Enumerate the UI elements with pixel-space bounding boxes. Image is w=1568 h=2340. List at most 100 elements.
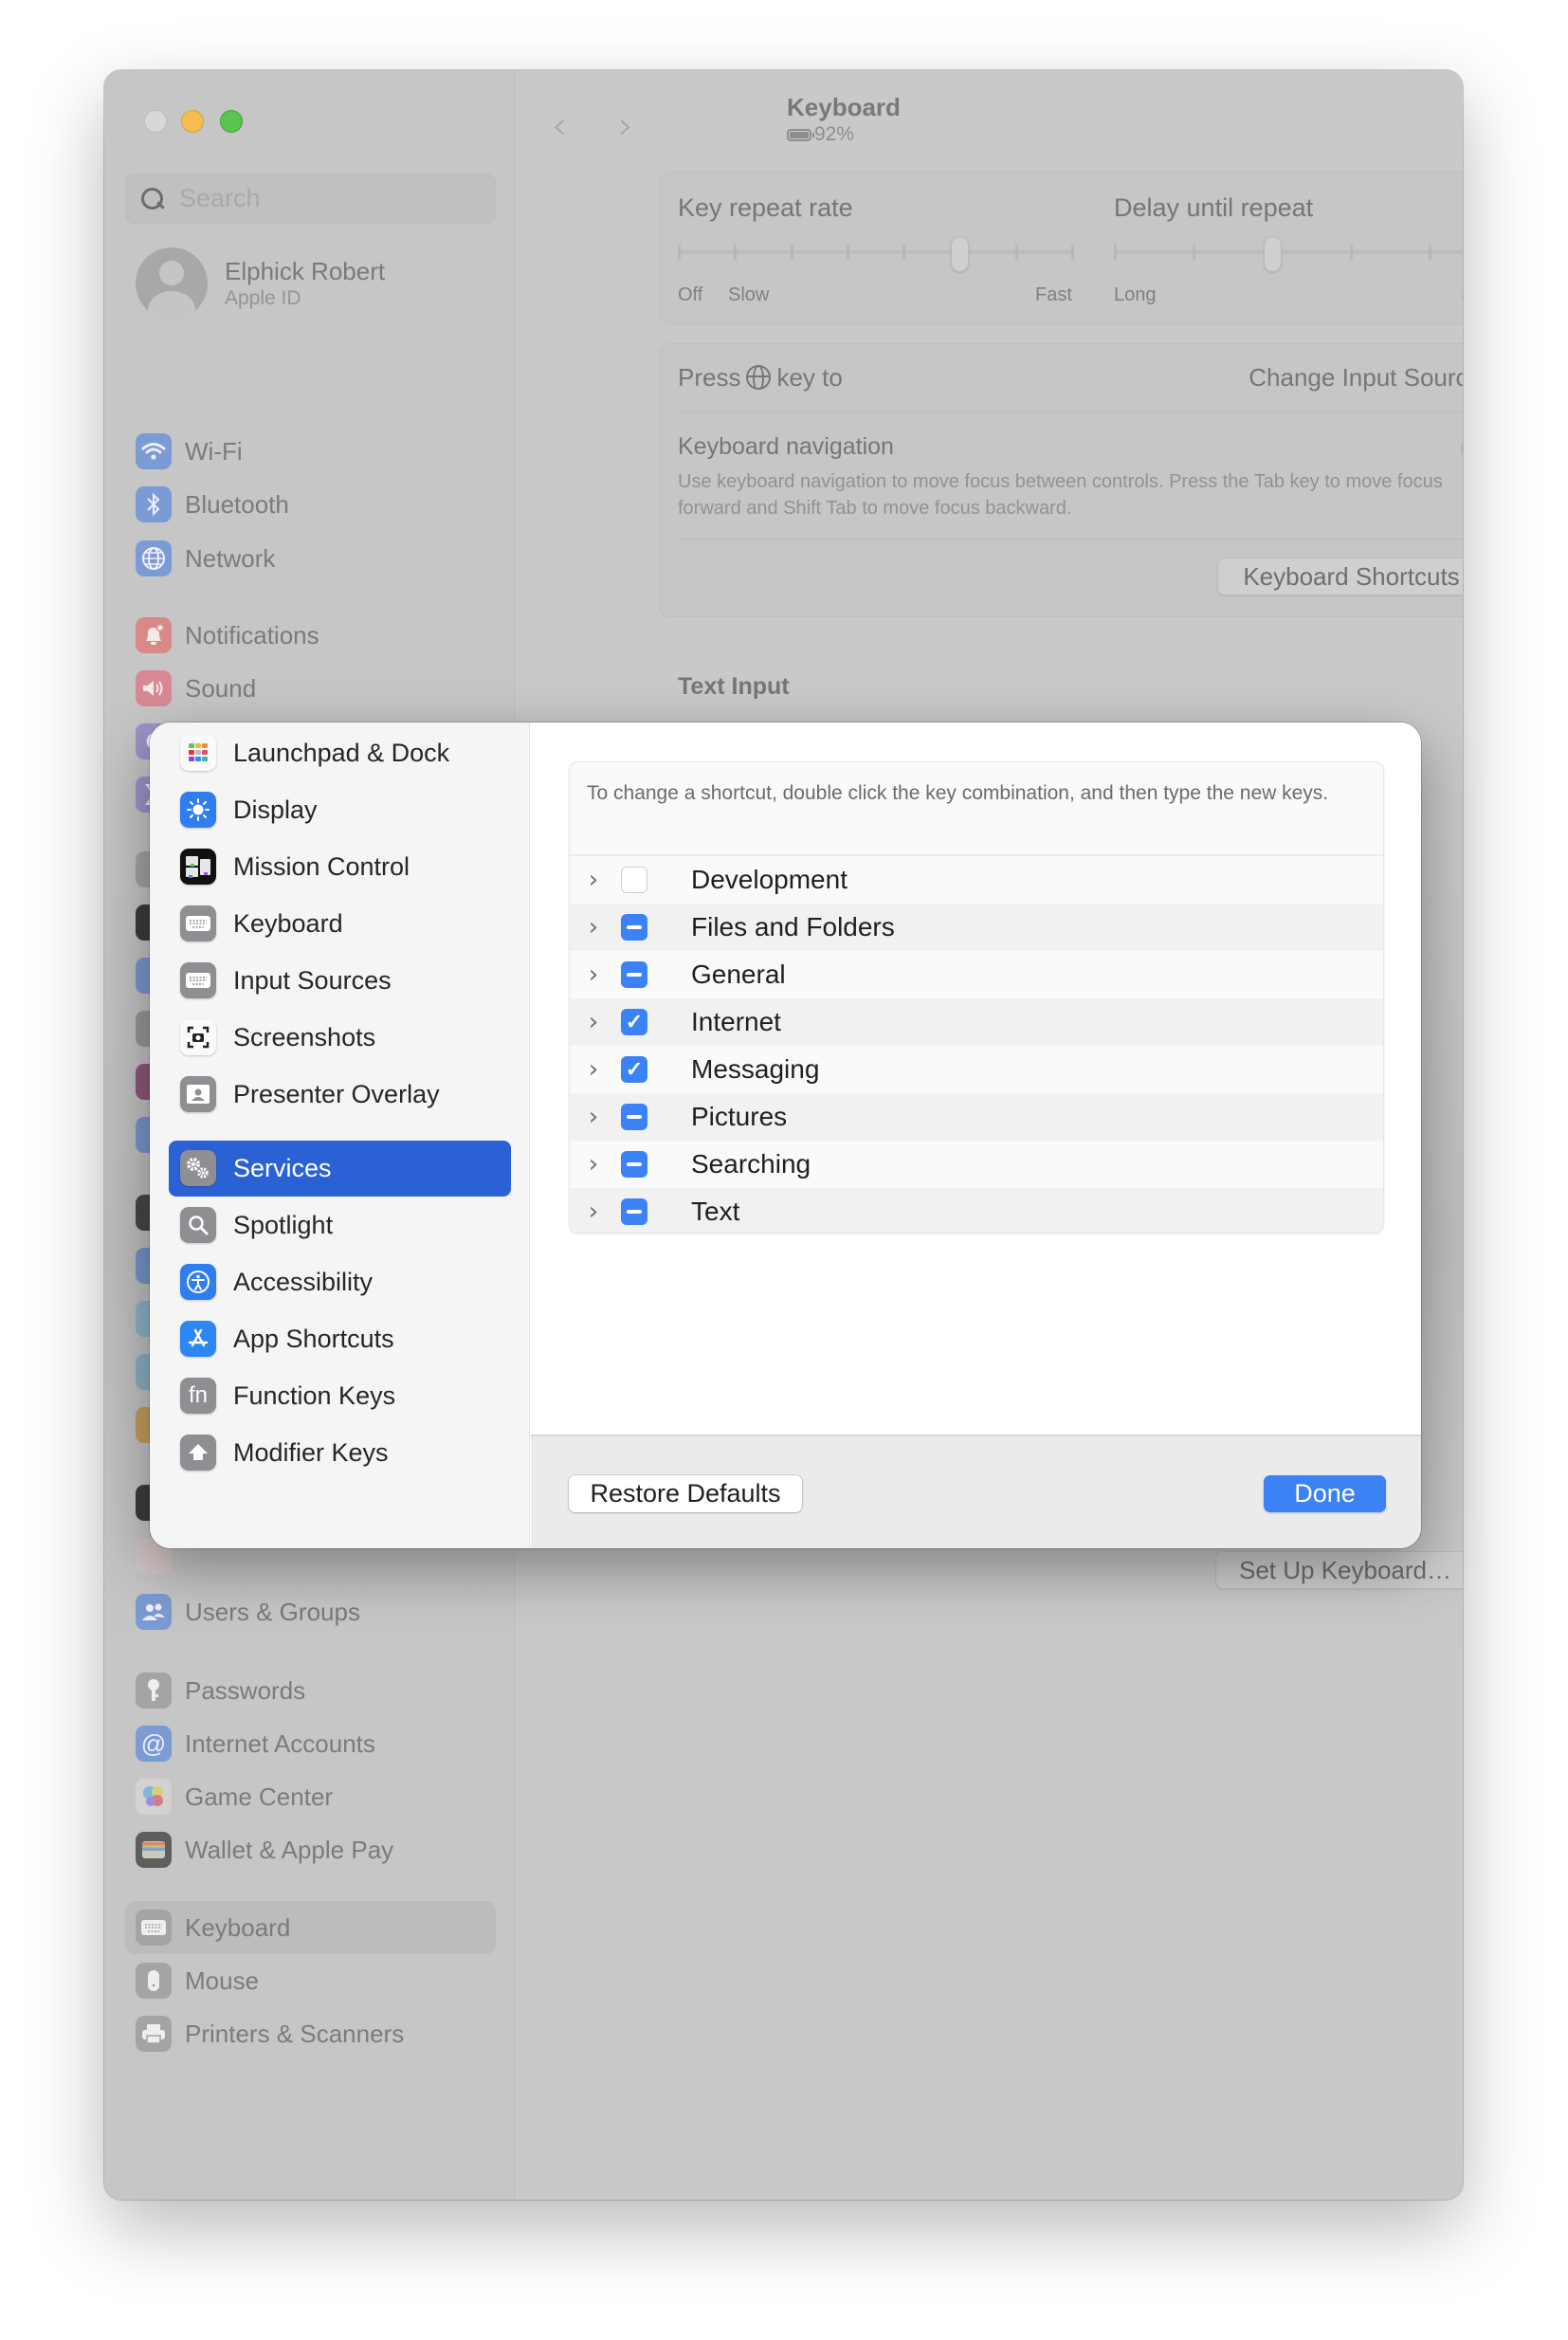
category-presenter-overlay[interactable]: Presenter Overlay [180, 1073, 440, 1115]
disclosure-chevron-icon[interactable]: › [570, 866, 617, 894]
sidebar-item-printers[interactable]: Printers & Scanners [136, 2013, 404, 2055]
globe-key-action-popup[interactable]: Change Input Source⌃⌄ [1249, 363, 1463, 395]
service-checkbox[interactable]: ✓ [621, 1009, 647, 1035]
category-label: Presenter Overlay [233, 1079, 440, 1108]
slider-label-short: Short [1461, 284, 1463, 306]
category-app-shortcuts[interactable]: App Shortcuts [180, 1318, 394, 1360]
slider-tick [1071, 245, 1074, 260]
sidebar-item-label: Sound [185, 673, 257, 703]
sidebar-item-bluetooth[interactable]: Bluetooth [136, 484, 289, 525]
page-title: Keyboard [787, 93, 901, 121]
app-store-icon [180, 1321, 216, 1357]
keyboard-icon [180, 905, 216, 941]
service-checkbox[interactable] [621, 961, 647, 988]
sidebar-item-keyboard[interactable]: Keyboard [136, 1907, 290, 1948]
service-checkbox[interactable]: ✓ [621, 1056, 647, 1083]
slider-label-long: Long [1114, 284, 1157, 305]
sidebar-item-network[interactable]: Network [136, 538, 275, 579]
disclosure-chevron-icon[interactable]: › [570, 1055, 617, 1084]
service-row[interactable]: › Files and Folders [570, 904, 1383, 951]
sidebar-item-notifications[interactable]: Notifications [136, 614, 319, 656]
set-up-keyboard-button[interactable]: Set Up Keyboard… [1215, 1551, 1463, 1589]
category-mission-control[interactable]: Mission Control [180, 846, 410, 887]
globe-network-icon [136, 540, 172, 576]
disclosure-chevron-icon[interactable]: › [570, 1008, 617, 1036]
forward-button[interactable]: › [618, 104, 633, 148]
category-label: Keyboard [233, 908, 343, 938]
sidebar-item-wallet[interactable]: Wallet & Apple Pay [136, 1829, 393, 1871]
category-label: Launchpad & Dock [233, 738, 450, 767]
modifier-arrow-icon [180, 1435, 216, 1471]
category-display[interactable]: Display [180, 789, 318, 831]
service-checkbox[interactable] [621, 1104, 647, 1130]
disclosure-chevron-icon[interactable]: › [570, 960, 617, 989]
service-row[interactable]: › ✓ Internet [570, 998, 1383, 1046]
category-function-keys[interactable]: fn Function Keys [180, 1375, 395, 1417]
category-input-sources[interactable]: Input Sources [180, 960, 392, 1001]
service-row[interactable]: › ✓ Messaging [570, 1046, 1383, 1093]
service-checkbox[interactable] [621, 1151, 647, 1178]
service-checkbox[interactable] [621, 914, 647, 941]
keyboard-navigation-toggle[interactable] [1461, 435, 1463, 464]
category-spotlight[interactable]: Spotlight [180, 1204, 333, 1246]
category-label: Spotlight [233, 1210, 334, 1239]
category-accessibility[interactable]: Accessibility [180, 1261, 373, 1303]
done-button[interactable]: Done [1264, 1475, 1386, 1512]
sidebar-item-passwords[interactable]: Passwords [136, 1670, 305, 1711]
shortcut-hint-text: To change a shortcut, double click the k… [587, 782, 1329, 804]
restore-defaults-button[interactable]: Restore Defaults [569, 1475, 802, 1512]
sidebar-item-label: Notifications [185, 620, 319, 649]
category-launchpad-dock[interactable]: Launchpad & Dock [180, 732, 449, 774]
sidebar-item-label: Wallet & Apple Pay [185, 1835, 394, 1864]
slider-thumb[interactable] [951, 236, 970, 272]
service-row[interactable]: › General [570, 951, 1383, 998]
category-modifier-keys[interactable]: Modifier Keys [180, 1432, 389, 1473]
keyboard-shortcuts-button[interactable]: Keyboard Shortcuts… [1217, 558, 1463, 595]
mouse-icon [136, 1963, 172, 1999]
service-checkbox[interactable] [621, 1198, 647, 1225]
speaker-icon [136, 670, 172, 706]
slider-track[interactable] [1114, 250, 1463, 254]
service-checkbox[interactable] [621, 867, 647, 893]
close-window-button[interactable] [144, 110, 167, 133]
back-button[interactable]: ‹ [552, 104, 567, 148]
sidebar-item-game-center[interactable]: Game Center [136, 1776, 333, 1818]
sidebar-item-wifi[interactable]: Wi-Fi [136, 430, 243, 472]
category-keyboard[interactable]: Keyboard [180, 903, 343, 944]
minimize-window-button[interactable] [181, 110, 204, 133]
category-services[interactable]: Services [180, 1147, 332, 1189]
shortcuts-category-list: Launchpad & Dock Display Mission Control… [150, 722, 530, 1548]
service-label: Pictures [691, 1102, 788, 1131]
sidebar-item-internet-accounts[interactable]: @ Internet Accounts [136, 1723, 375, 1764]
slider-tick [1114, 245, 1117, 260]
category-label: Accessibility [233, 1267, 374, 1296]
service-row[interactable]: › Pictures [570, 1093, 1383, 1141]
apple-id-profile[interactable]: Elphick Robert Apple ID [136, 247, 385, 320]
service-row[interactable]: › Development [570, 856, 1383, 904]
sidebar-item-mouse[interactable]: Mouse [136, 1960, 259, 2002]
profile-subtitle: Apple ID [225, 287, 301, 309]
press-globe-key-label: Press key to [678, 363, 843, 393]
mission-control-icon [180, 849, 216, 885]
service-row[interactable]: › Searching [570, 1141, 1383, 1188]
sidebar-item-label: Network [185, 543, 276, 573]
zoom-window-button[interactable] [220, 110, 243, 133]
service-row[interactable]: › Text [570, 1188, 1383, 1233]
text-input-section-title: Text Input [678, 673, 790, 700]
category-screenshots[interactable]: Screenshots [180, 1016, 375, 1058]
disclosure-chevron-icon[interactable]: › [570, 1103, 617, 1131]
slider-thumb[interactable] [1264, 236, 1282, 272]
disclosure-chevron-icon[interactable]: › [570, 1197, 617, 1226]
at-icon: @ [136, 1726, 172, 1762]
gears-icon [180, 1150, 216, 1186]
sidebar-item-users-groups[interactable]: Users & Groups [136, 1591, 360, 1633]
disclosure-chevron-icon[interactable]: › [570, 1150, 617, 1179]
search-field[interactable]: Search [125, 174, 496, 224]
press-suffix: key to [776, 363, 843, 392]
battery-percent: 92% [814, 123, 855, 145]
profile-name: Elphick Robert [225, 257, 386, 285]
sidebar-item-sound[interactable]: Sound [136, 667, 256, 709]
category-label: Display [233, 795, 318, 824]
globe-key-action-value: Change Input Source [1249, 363, 1463, 392]
disclosure-chevron-icon[interactable]: › [570, 913, 617, 941]
